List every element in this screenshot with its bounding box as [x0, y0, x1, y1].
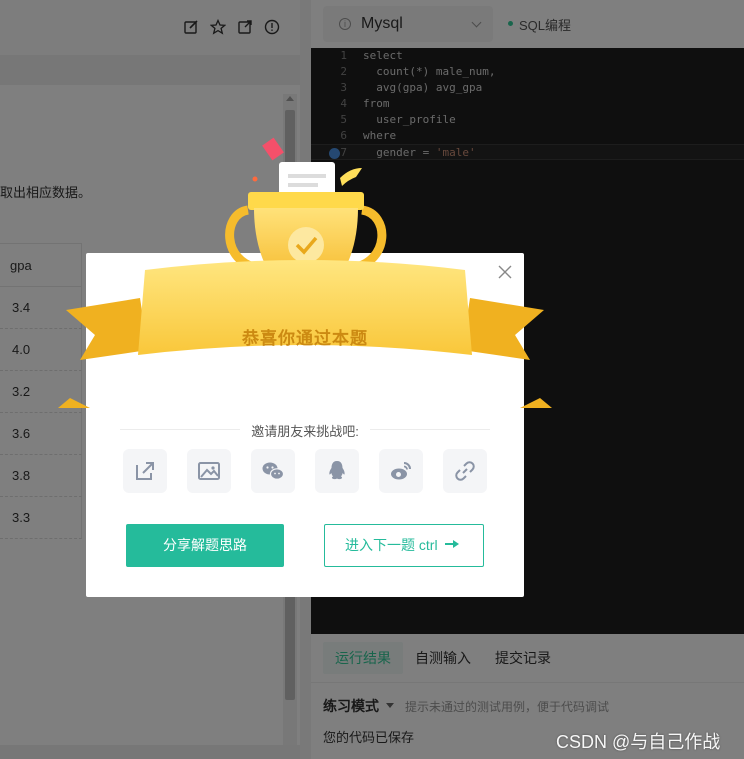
- arrow-right-icon: [445, 540, 459, 548]
- confetti-piece: [340, 168, 362, 186]
- link-icon[interactable]: [443, 449, 487, 493]
- confetti-piece: [262, 137, 284, 161]
- qq-icon[interactable]: [315, 449, 359, 493]
- ribbon-tail-right: [462, 298, 544, 360]
- weibo-icon[interactable]: [379, 449, 423, 493]
- invite-text: 邀请朋友来挑战吧:: [251, 424, 359, 439]
- wechat-icon[interactable]: [251, 449, 295, 493]
- congrats-title: 恭喜你通过本题: [242, 329, 368, 348]
- csdn-watermark: CSDN @与自己作战: [556, 732, 721, 752]
- image-icon[interactable]: [187, 449, 231, 493]
- invite-row: 邀请朋友来挑战吧:: [120, 421, 490, 439]
- next-problem-label: 进入下一题 ctrl: [345, 537, 438, 553]
- trophy-illustration: [58, 137, 552, 408]
- share-solution-button[interactable]: 分享解题思路: [126, 524, 284, 567]
- external-share-icon[interactable]: [123, 449, 167, 493]
- confetti-piece: [252, 176, 258, 182]
- next-problem-button[interactable]: 进入下一题 ctrl: [324, 524, 484, 567]
- ribbon-tail-left: [66, 298, 148, 360]
